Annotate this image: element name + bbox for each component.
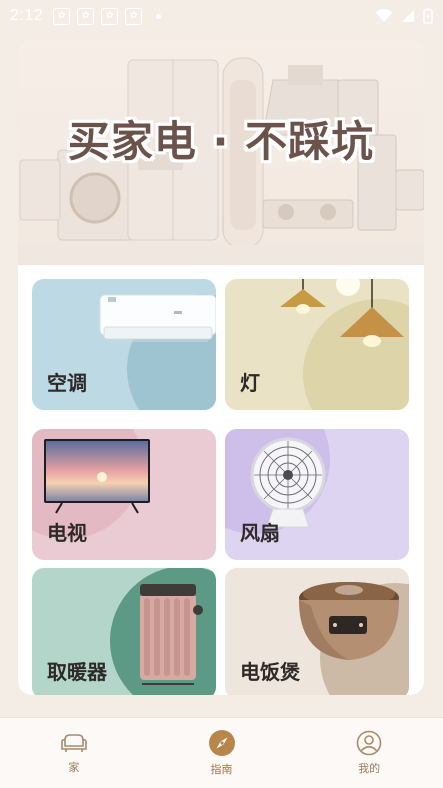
- paw-notification-icon: ✿: [125, 7, 143, 25]
- category-heater[interactable]: 取暖器: [32, 568, 216, 695]
- banner-title: 买家电 · 不踩坑: [67, 117, 375, 166]
- nav-profile-label: 我的: [358, 762, 381, 775]
- tv-image: [44, 439, 150, 514]
- guide-banner[interactable]: 买家电 · 不踩坑: [18, 40, 424, 265]
- sofa-icon: [61, 734, 87, 752]
- status-time: 2:12: [10, 7, 44, 24]
- more-notifications-dot-icon: [156, 13, 162, 19]
- category-label: 风扇: [240, 521, 280, 545]
- rice-cooker-image: [299, 582, 399, 660]
- compass-icon: [208, 730, 235, 756]
- category-label: 空调: [47, 371, 87, 395]
- category-fan[interactable]: 风扇: [225, 429, 409, 560]
- category-label: 取暖器: [47, 660, 107, 684]
- bottom-navigation: 家 指南 我的: [0, 717, 443, 788]
- nav-profile[interactable]: 我的: [295, 718, 443, 788]
- nav-home[interactable]: 家: [0, 718, 148, 788]
- nav-guide-label: 指南: [210, 763, 233, 776]
- nav-home-label: 家: [68, 761, 80, 774]
- category-lamp[interactable]: 灯: [225, 279, 409, 410]
- oil-heater-image: [140, 584, 203, 685]
- status-bar: 2:12 ✿ ✿ ✿ ✿: [0, 0, 443, 32]
- category-air-conditioner[interactable]: 空调: [32, 279, 216, 410]
- profile-icon: [356, 730, 382, 756]
- paw-notification-icon: ✿: [77, 7, 95, 25]
- wifi-icon: [375, 9, 393, 22]
- category-label: 电饭煲: [240, 660, 300, 684]
- signal-icon: [402, 10, 414, 22]
- category-label: 灯: [240, 371, 260, 395]
- nav-guide[interactable]: 指南: [148, 718, 296, 788]
- paw-notification-icon: ✿: [53, 7, 71, 25]
- notification-icons: ✿ ✿ ✿ ✿: [53, 7, 143, 25]
- air-conditioner-image: [99, 294, 216, 342]
- battery-icon: [423, 8, 433, 24]
- guide-card: 买家电 · 不踩坑 空调 灯 电视 风扇 取暖器 电饭煲: [18, 40, 424, 695]
- category-tv[interactable]: 电视: [32, 429, 216, 560]
- paw-notification-icon: ✿: [101, 7, 119, 25]
- category-rice-cooker[interactable]: 电饭煲: [225, 568, 409, 695]
- category-label: 电视: [47, 521, 87, 545]
